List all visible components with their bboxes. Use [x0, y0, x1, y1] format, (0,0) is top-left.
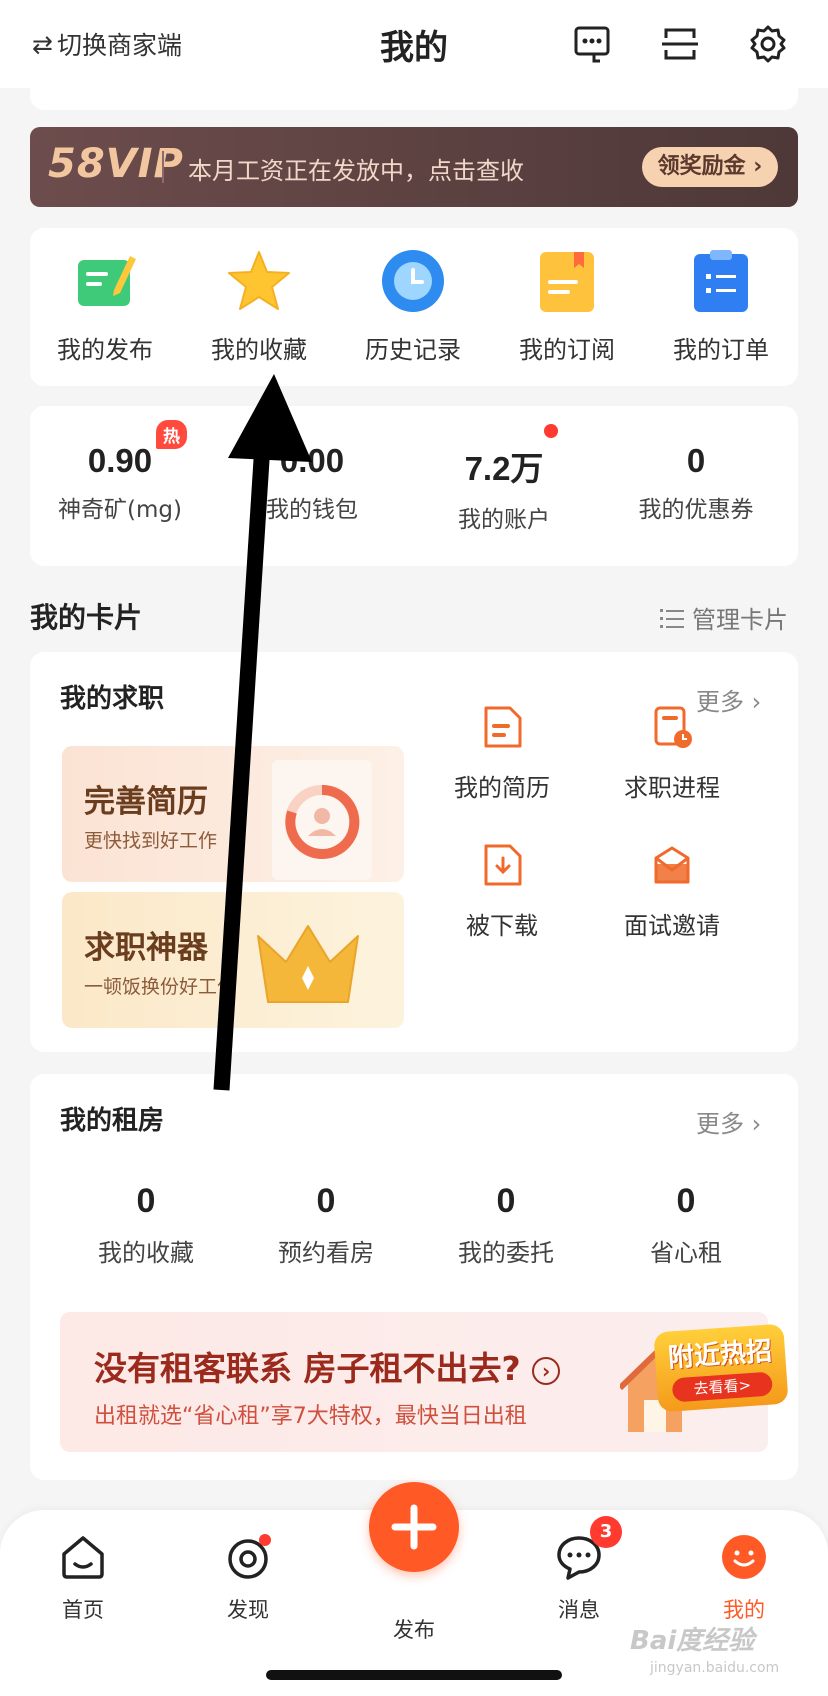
- nav-discover[interactable]: 发现: [193, 1532, 303, 1624]
- publish-fab-button[interactable]: [369, 1482, 459, 1572]
- nav-label: 首页: [62, 1598, 104, 1622]
- message-count-badge: 3: [590, 1516, 622, 1548]
- watermark-logo: Bai度经验: [630, 1626, 755, 1656]
- nav-label: 发现: [227, 1598, 269, 1622]
- nav-label: 消息: [558, 1598, 600, 1622]
- home-indicator[interactable]: [266, 1670, 562, 1680]
- nav-label: 发布: [393, 1618, 435, 1642]
- nav-publish[interactable]: 发布: [359, 1606, 469, 1644]
- nav-messages[interactable]: 消息: [524, 1532, 634, 1624]
- plus-icon: [391, 1504, 437, 1550]
- nav-profile[interactable]: 我的: [689, 1532, 799, 1624]
- home-icon: [62, 1536, 104, 1579]
- discover-icon: [228, 1534, 271, 1579]
- annotation-arrow: [213, 374, 312, 1091]
- profile-icon: [722, 1535, 766, 1579]
- watermark-url: jingyan.baidu.com: [650, 1660, 780, 1676]
- nav-home[interactable]: 首页: [28, 1532, 138, 1624]
